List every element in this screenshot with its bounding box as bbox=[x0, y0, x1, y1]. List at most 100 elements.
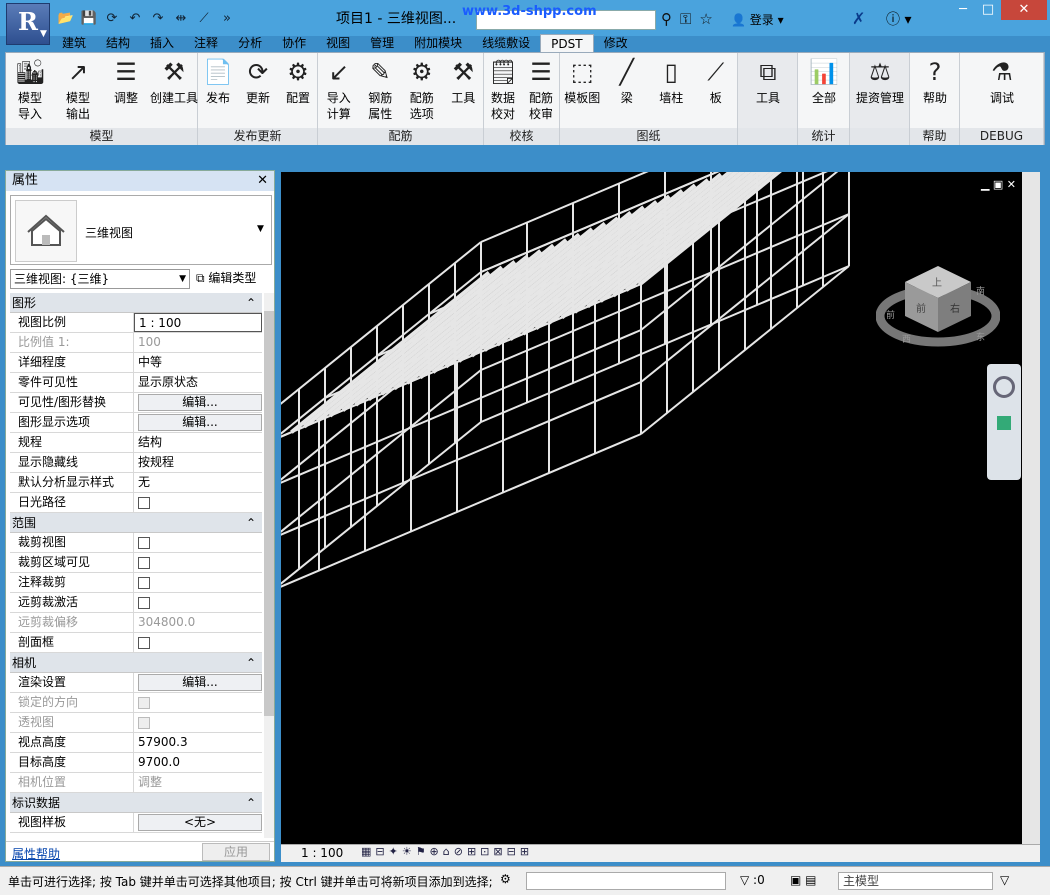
workset-icon[interactable]: ⚙ bbox=[500, 872, 511, 886]
tab-6[interactable]: 视图 bbox=[316, 34, 360, 52]
property-value[interactable]: 57900.3 bbox=[134, 733, 262, 752]
ribbon-button[interactable]: 🗒 数据 校对 bbox=[484, 57, 522, 122]
3d-viewport[interactable]: ▁ ▣ ✕ 上 前 右 前 东 西 南 bbox=[281, 172, 1022, 844]
redo-icon[interactable]: ↷ bbox=[148, 10, 168, 28]
ribbon-button[interactable]: ? 帮助 bbox=[910, 57, 960, 106]
measure-icon[interactable]: ⇹ bbox=[171, 10, 191, 28]
tab-11[interactable]: 修改 bbox=[594, 34, 638, 52]
viewcube[interactable]: 上 前 右 前 东 西 南 bbox=[876, 254, 1000, 364]
subscription-icon[interactable]: ⚿ bbox=[680, 10, 691, 28]
viewport-scrollbar[interactable] bbox=[1022, 172, 1040, 844]
viewcube-top[interactable]: 上 bbox=[932, 277, 942, 289]
close-icon[interactable]: ✕ bbox=[257, 171, 268, 191]
ribbon-button[interactable]: ⚙ 配置 bbox=[278, 57, 318, 106]
tab-10[interactable]: PDST bbox=[540, 34, 594, 52]
edit-button[interactable]: 编辑... bbox=[138, 394, 262, 411]
steering-wheel-icon[interactable] bbox=[993, 376, 1015, 398]
open-icon[interactable]: 📂 bbox=[56, 10, 76, 28]
revit-app-button[interactable]: R ▼ bbox=[6, 3, 50, 45]
collapse-icon[interactable]: ⌃ bbox=[246, 293, 256, 312]
edit-type-button[interactable]: ⧉ 编辑类型 bbox=[196, 269, 256, 286]
ribbon-button[interactable]: ⬚ 模板图 bbox=[560, 57, 605, 106]
undo-icon[interactable]: ↶ bbox=[125, 10, 145, 28]
minimize-button[interactable]: ─ bbox=[950, 0, 976, 20]
collapse-icon[interactable]: ⌃ bbox=[246, 653, 256, 672]
ribbon-button[interactable]: ↗ 模型 输出 bbox=[54, 57, 102, 122]
property-section-header[interactable]: 相机 ⌃ bbox=[10, 653, 262, 673]
more-icon[interactable]: » bbox=[217, 10, 237, 28]
tab-3[interactable]: 注释 bbox=[184, 34, 228, 52]
checkbox[interactable] bbox=[138, 537, 150, 549]
zoom-icon[interactable] bbox=[997, 416, 1011, 430]
property-section-header[interactable]: 图形 ⌃ bbox=[10, 293, 262, 313]
ribbon-button[interactable]: ⟳ 更新 bbox=[238, 57, 278, 106]
view-scale[interactable]: 1 : 100 bbox=[301, 846, 343, 860]
ribbon-button[interactable]: ☰ 调整 bbox=[102, 57, 150, 106]
ribbon-button[interactable]: ⚙ 配筋 选项 bbox=[401, 57, 443, 122]
dimension-icon[interactable]: ⟋ bbox=[194, 10, 214, 28]
ribbon-button[interactable]: ⚖ 提资管理 bbox=[850, 57, 910, 106]
tab-7[interactable]: 管理 bbox=[360, 34, 404, 52]
tab-0[interactable]: 建筑 bbox=[52, 34, 96, 52]
workset-field[interactable] bbox=[526, 872, 726, 890]
tab-8[interactable]: 附加模块 bbox=[404, 34, 472, 52]
checkbox[interactable] bbox=[138, 557, 150, 569]
login-button[interactable]: 👤 登录 ▾ bbox=[731, 11, 784, 28]
property-section-header[interactable]: 标识数据 ⌃ bbox=[10, 793, 262, 813]
apply-button[interactable]: 应用 bbox=[202, 843, 270, 861]
property-value[interactable]: 显示原状态 bbox=[134, 373, 262, 392]
checkbox[interactable] bbox=[138, 577, 150, 589]
maximize-button[interactable]: □ bbox=[975, 0, 1001, 20]
viewcube-right[interactable]: 右 bbox=[950, 302, 960, 315]
close-button[interactable]: ✕ bbox=[1001, 0, 1047, 20]
checkbox[interactable] bbox=[138, 637, 150, 649]
viewcube-front[interactable]: 前 bbox=[916, 302, 926, 315]
instance-filter-select[interactable]: 三维视图: {三维} ▼ bbox=[10, 269, 190, 289]
tab-2[interactable]: 插入 bbox=[140, 34, 184, 52]
property-value[interactable]: 中等 bbox=[134, 353, 262, 372]
ribbon-button[interactable]: 📄 发布 bbox=[198, 57, 238, 106]
ribbon-button[interactable]: ▯ 墙柱 bbox=[649, 57, 694, 106]
ribbon-button[interactable]: ⚒ 创建工具 bbox=[150, 57, 198, 106]
view-control-icons[interactable]: ▦⊟✦☀⚑⊕⌂⊘⊞⊡⊠⊟⊞ bbox=[361, 845, 533, 858]
property-value[interactable]: 按规程 bbox=[134, 453, 262, 472]
edit-button[interactable]: 编辑... bbox=[138, 674, 262, 691]
property-section-header[interactable]: 范围 ⌃ bbox=[10, 513, 262, 533]
checkbox[interactable] bbox=[138, 597, 150, 609]
property-value[interactable]: 9700.0 bbox=[134, 753, 262, 772]
sync-icon[interactable]: ⟳ bbox=[102, 10, 122, 28]
collapse-icon[interactable]: ⌃ bbox=[246, 513, 256, 532]
ribbon-button[interactable]: 🏙 模型 导入 bbox=[6, 57, 54, 122]
ribbon-button[interactable]: ↙ 导入 计算 bbox=[318, 57, 360, 122]
selection-count[interactable]: ▽ :0 bbox=[740, 873, 765, 887]
help-icon[interactable]: ⓘ ▾ bbox=[886, 9, 911, 29]
ribbon-button[interactable]: ⧉ 工具 bbox=[738, 57, 798, 106]
properties-help-link[interactable]: 属性帮助 bbox=[12, 845, 60, 862]
tab-1[interactable]: 结构 bbox=[96, 34, 140, 52]
ribbon-button[interactable]: ☰ 配筋 校审 bbox=[522, 57, 560, 122]
property-value[interactable]: 无 bbox=[134, 473, 262, 492]
ribbon-button[interactable]: ╱ 梁 bbox=[605, 57, 650, 106]
navigation-bar[interactable] bbox=[987, 364, 1021, 480]
ribbon-button[interactable]: 📊 全部 bbox=[798, 57, 850, 106]
favorites-icon[interactable]: ☆ bbox=[699, 10, 712, 28]
type-selector[interactable]: 三维视图 ▼ bbox=[10, 195, 272, 265]
tab-9[interactable]: 线缆敷设 bbox=[472, 34, 540, 52]
ribbon-button[interactable]: ⚗ 调试 bbox=[960, 57, 1044, 106]
ribbon-button[interactable]: ⚒ 工具 bbox=[443, 57, 485, 106]
design-options-icon[interactable]: ▣ ▤ bbox=[790, 873, 817, 887]
property-value[interactable]: 结构 bbox=[134, 433, 262, 452]
save-icon[interactable]: 💾 bbox=[79, 10, 99, 28]
exchange-icon[interactable]: ✗ bbox=[852, 9, 865, 28]
model-select[interactable]: 主模型 bbox=[838, 872, 993, 890]
ribbon-button[interactable]: ⟋ 板 bbox=[694, 57, 739, 106]
tab-4[interactable]: 分析 bbox=[228, 34, 272, 52]
edit-button[interactable]: 编辑... bbox=[138, 414, 262, 431]
filter-icon[interactable]: ▽ bbox=[1000, 873, 1009, 887]
ribbon-button[interactable]: ✎ 钢筋 属性 bbox=[360, 57, 402, 122]
tab-5[interactable]: 协作 bbox=[272, 34, 316, 52]
scrollbar-thumb[interactable] bbox=[264, 311, 274, 716]
property-value[interactable]: 1 : 100 bbox=[134, 313, 262, 332]
collapse-icon[interactable]: ⌃ bbox=[246, 793, 256, 812]
binoculars-icon[interactable]: ⚲ bbox=[661, 10, 672, 28]
